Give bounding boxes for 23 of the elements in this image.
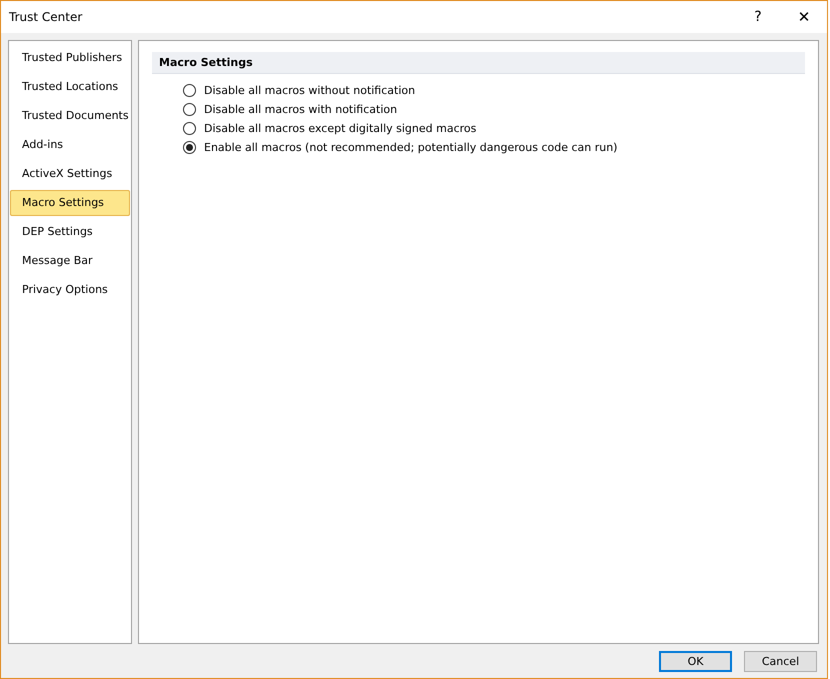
option-label[interactable]: Enable all macros (not recommended; potentially dangerous code can run)	[204, 140, 618, 154]
section-header: Macro Settings	[152, 52, 805, 74]
sidebar-item[interactable]: Trusted Documents	[10, 103, 130, 129]
sidebar-item[interactable]: Trusted Locations	[10, 74, 130, 100]
sidebar-item[interactable]: Macro Settings	[10, 190, 130, 216]
sidebar-item[interactable]: Privacy Options	[10, 277, 130, 303]
radio-button[interactable]	[183, 122, 196, 134]
sidebar-item[interactable]: Message Bar	[10, 248, 130, 274]
option-label[interactable]: Disable all macros without notification	[204, 84, 416, 96]
sidebar-item[interactable]: DEP Settings	[10, 219, 130, 245]
radio-button[interactable]	[183, 140, 196, 154]
sidebar-item[interactable]: Trusted Publishers	[10, 45, 130, 71]
dialog-button[interactable]: OK	[659, 650, 732, 672]
option-label[interactable]: Disable all macros except digitally signed macros	[204, 122, 476, 134]
dialog-button[interactable]: Cancel	[744, 650, 817, 672]
sidebar-item[interactable]: Add-ins	[10, 132, 130, 158]
help-button[interactable]: ?	[735, 1, 781, 33]
option-label[interactable]: Disable all macros with notification	[204, 102, 398, 116]
window-title: Trust Center	[9, 10, 84, 24]
radio-button[interactable]	[183, 102, 196, 116]
close-button[interactable]: ✕	[781, 1, 827, 33]
sidebar-item[interactable]: ActiveX Settings	[10, 161, 130, 187]
radio-button[interactable]	[183, 84, 196, 96]
